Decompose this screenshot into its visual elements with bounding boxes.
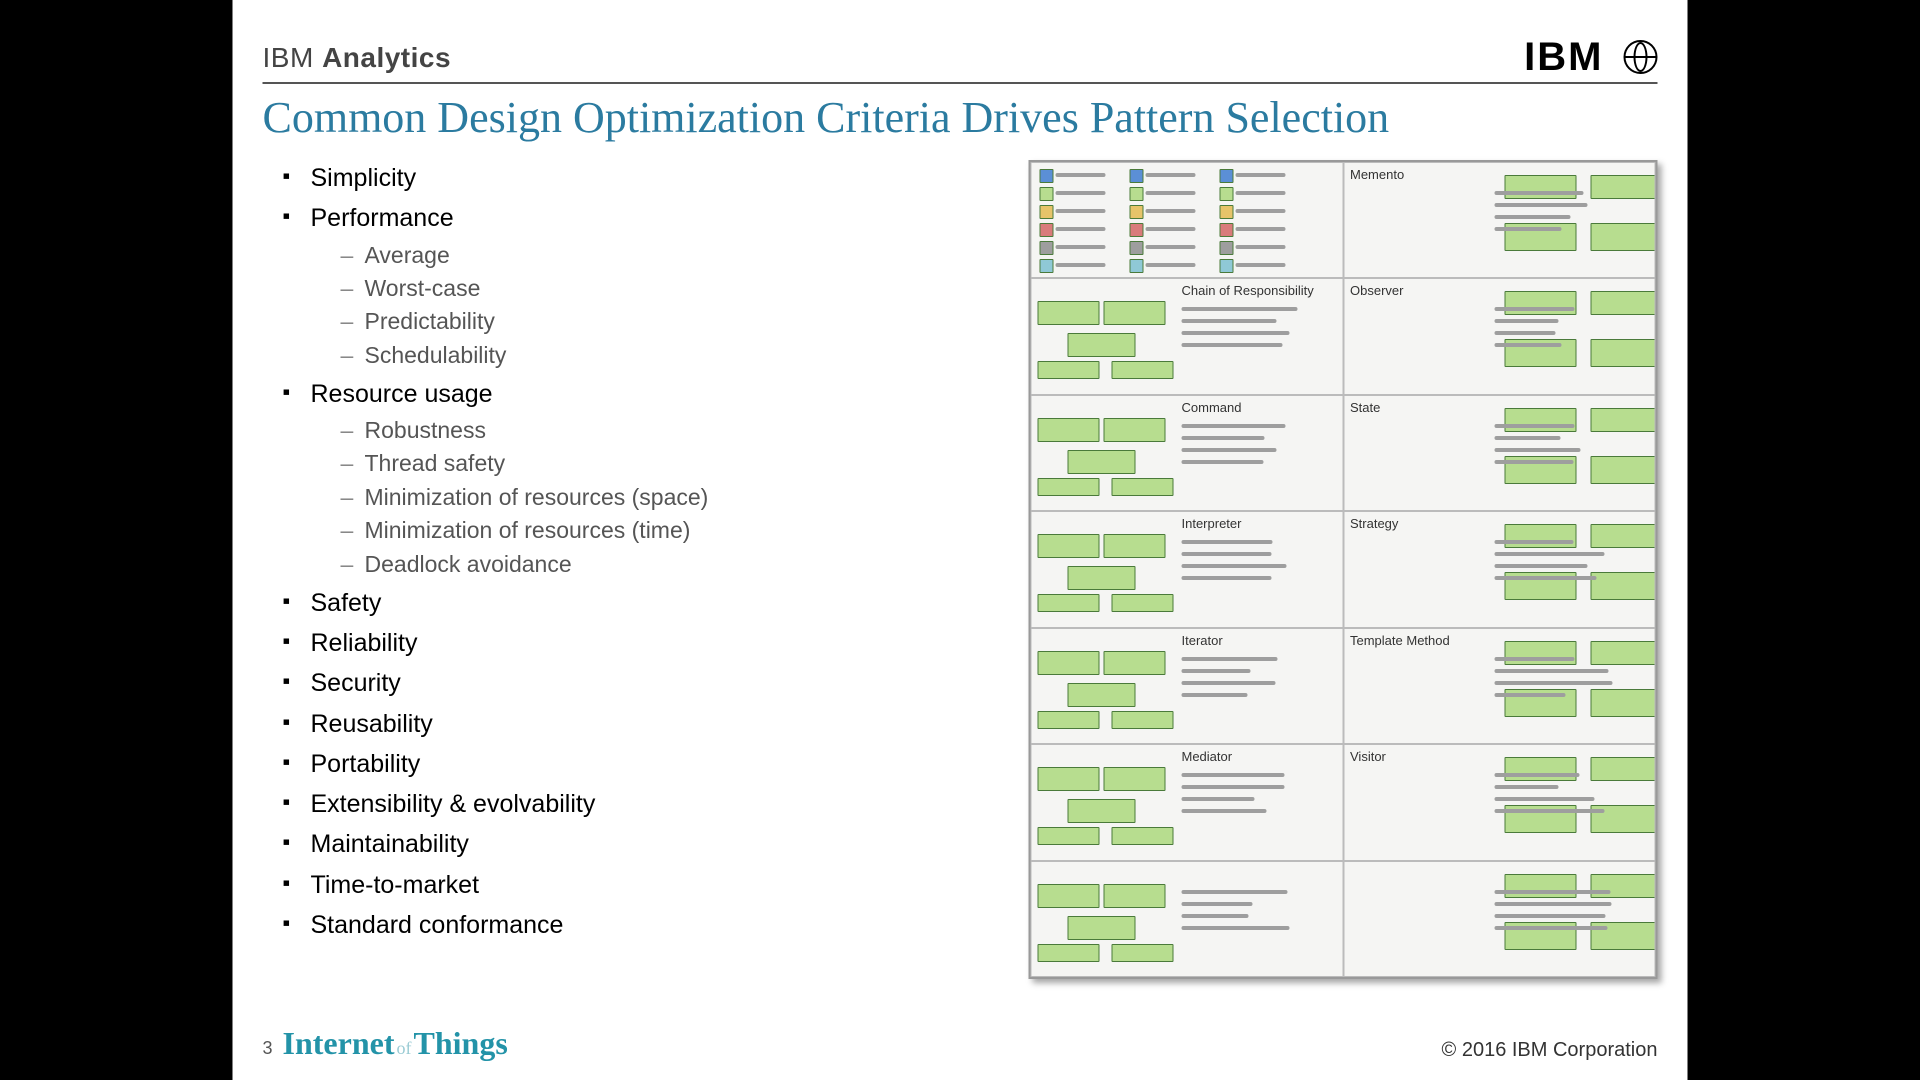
pattern-cell: Mediator	[1031, 744, 1344, 860]
patterns-grid: MementoChain of ResponsibilityObserverCo…	[1029, 160, 1658, 979]
bullet-item: Standard conformance	[283, 907, 709, 943]
bullet-item: Time-to-market	[283, 867, 709, 903]
pattern-cell: Command	[1031, 395, 1344, 511]
pattern-cell-memento: Memento	[1343, 162, 1656, 278]
pattern-cell: Iterator	[1031, 628, 1344, 744]
globe-icon	[1624, 40, 1658, 74]
iot-internet: Internet	[283, 1025, 395, 1061]
iot-wordmark: InternetofThings	[283, 1025, 508, 1062]
pattern-cell: Chain of Responsibility	[1031, 278, 1344, 394]
slide-header: IBM Analytics IBM	[263, 40, 1658, 84]
bullet-item-label: Time-to-market	[311, 871, 480, 899]
bullet-item: Simplicity	[283, 160, 709, 196]
bullet-subitem: Average	[341, 239, 709, 272]
slide-title: Common Design Optimization Criteria Driv…	[263, 92, 1390, 143]
bullet-subitem: Worst-case	[341, 272, 709, 305]
brand-bold: Analytics	[322, 42, 451, 73]
pattern-cell: Visitor	[1343, 744, 1656, 860]
bullet-item-label: Maintainability	[311, 830, 469, 858]
bullet-subitem: Deadlock avoidance	[341, 548, 709, 581]
brand-light: IBM	[263, 42, 323, 73]
bullet-item: Reusability	[283, 706, 709, 742]
footer-left: 3 InternetofThings	[263, 1025, 508, 1062]
iot-of: of	[396, 1038, 411, 1058]
bullet-item: Security	[283, 665, 709, 701]
bullet-item-label: Portability	[311, 750, 421, 778]
pattern-cell-legend	[1031, 162, 1344, 278]
bullet-item: Reliability	[283, 625, 709, 661]
bullet-item-label: Simplicity	[311, 164, 417, 192]
pattern-cell	[1343, 861, 1656, 977]
bullet-item: Resource usageRobustnessThread safetyMin…	[283, 376, 709, 581]
bullet-item: Safety	[283, 585, 709, 621]
pattern-cell: Template Method	[1343, 628, 1656, 744]
brand: IBM Analytics	[263, 42, 452, 74]
pattern-cell	[1031, 861, 1344, 977]
bullet-subitem: Schedulability	[341, 339, 709, 372]
bullet-subitem: Minimization of resources (time)	[341, 514, 709, 547]
bullet-item-label: Performance	[311, 204, 454, 232]
bullet-item-label: Standard conformance	[311, 911, 564, 939]
copyright: © 2016 IBM Corporation	[1442, 1039, 1658, 1062]
iot-things: Things	[413, 1025, 507, 1061]
bullet-item-label: Extensibility & evolvability	[311, 790, 596, 818]
bullet-item-label: Resource usage	[311, 380, 493, 408]
bullet-list: Simplicity Performance AverageWorst-casePr…	[283, 160, 709, 947]
bullet-item-label: Reusability	[311, 710, 433, 738]
slide: IBM Analytics IBM Common Design Optimiza…	[233, 0, 1688, 1080]
bullet-item-label: Reliability	[311, 629, 418, 657]
bullet-item: Performance AverageWorst-casePredictabili…	[283, 200, 709, 372]
bullet-item: Portability	[283, 746, 709, 782]
pattern-cell: Observer	[1343, 278, 1656, 394]
slide-footer: 3 InternetofThings © 2016 IBM Corporatio…	[263, 1025, 1658, 1062]
page-number: 3	[263, 1038, 273, 1059]
pattern-cell: State	[1343, 395, 1656, 511]
bullet-subitem: Predictability	[341, 305, 709, 338]
bullet-item-label: Safety	[311, 589, 382, 617]
bullet-subitem: Minimization of resources (space)	[341, 481, 709, 514]
pattern-cell: Interpreter	[1031, 511, 1344, 627]
logo-group: IBM	[1524, 40, 1657, 74]
bullet-item-label: Security	[311, 669, 401, 697]
bullet-item: Extensibility & evolvability	[283, 786, 709, 822]
bullet-subitem: Robustness	[341, 414, 709, 447]
ibm-logo: IBM	[1524, 41, 1609, 73]
bullet-item: Maintainability	[283, 826, 709, 862]
pattern-cell: Strategy	[1343, 511, 1656, 627]
bullet-subitem: Thread safety	[341, 447, 709, 480]
